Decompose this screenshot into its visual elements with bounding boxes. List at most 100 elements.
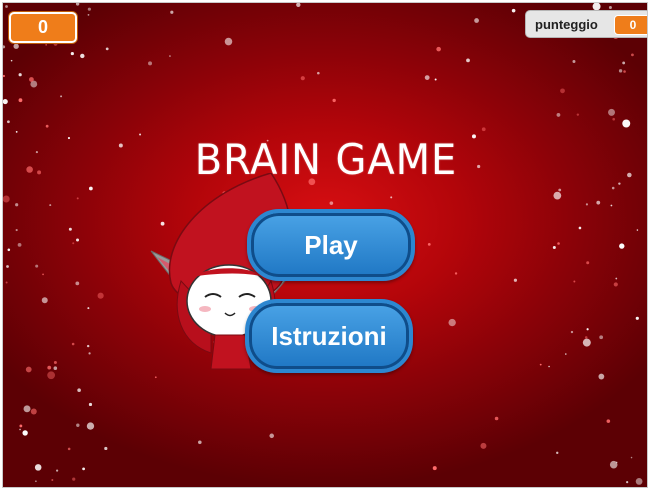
sparkle xyxy=(76,238,80,242)
sparkle xyxy=(481,127,486,132)
sparkle xyxy=(19,428,21,431)
sparkle xyxy=(42,273,44,276)
sparkle xyxy=(582,338,591,347)
sparkle xyxy=(170,10,174,14)
sparkle xyxy=(104,446,108,451)
score-label: punteggio xyxy=(535,17,598,32)
sparkle xyxy=(22,430,28,436)
sparkle xyxy=(296,3,301,7)
sparkle xyxy=(3,195,10,203)
sparkle xyxy=(97,292,104,299)
sparkle xyxy=(636,229,639,231)
game-title: BRAIN GAME xyxy=(194,135,458,184)
sparkle xyxy=(557,242,560,245)
play-button[interactable]: Play xyxy=(247,209,415,281)
sparkle xyxy=(317,71,320,75)
sparkle xyxy=(13,43,19,49)
sparkle xyxy=(454,272,458,275)
sparkle xyxy=(513,278,518,282)
sparkle xyxy=(622,61,626,65)
sparkle xyxy=(45,124,49,128)
sparkle xyxy=(88,402,93,407)
score-monitor: punteggio 0 xyxy=(525,10,647,38)
sparkle xyxy=(606,419,611,423)
sparkle xyxy=(77,388,81,392)
sparkle xyxy=(15,228,18,232)
sparkle xyxy=(76,423,80,427)
sparkle xyxy=(82,467,85,471)
sparkle xyxy=(53,366,58,370)
sparkle xyxy=(35,264,39,268)
sparkle xyxy=(611,186,615,190)
sparkle xyxy=(572,59,576,63)
sparkle xyxy=(88,186,93,191)
sparkle xyxy=(169,55,171,57)
sparkle xyxy=(560,88,565,94)
sparkle xyxy=(87,13,90,16)
sparkle xyxy=(56,469,59,472)
sparkle xyxy=(329,201,334,205)
sparkle xyxy=(300,76,305,81)
sparkle xyxy=(5,281,8,284)
sparkle xyxy=(448,318,456,327)
sparkle xyxy=(47,365,52,370)
sparkle xyxy=(68,227,72,231)
sparkle xyxy=(610,204,613,207)
sparkle xyxy=(598,373,605,380)
sparkle xyxy=(88,352,91,355)
sparkle xyxy=(72,477,76,481)
sparkle xyxy=(635,316,639,320)
sparkle xyxy=(434,78,437,81)
sparkle xyxy=(585,203,589,206)
variable-monitor: 0 xyxy=(9,12,77,43)
sparkle xyxy=(619,243,625,249)
sparkle xyxy=(630,456,633,459)
sparkle xyxy=(67,447,71,451)
sparkle xyxy=(586,328,589,331)
variable-value: 0 xyxy=(37,17,48,37)
sparkle xyxy=(45,44,47,46)
sparkle xyxy=(7,248,11,252)
sparkle xyxy=(70,51,74,56)
sparkle xyxy=(87,7,91,11)
sparkle xyxy=(427,243,431,246)
sparkle xyxy=(511,8,516,13)
sparkle xyxy=(539,363,542,366)
sparkle xyxy=(86,422,95,430)
sparkle xyxy=(609,460,618,469)
play-button-label: Play xyxy=(304,230,358,260)
sparkle xyxy=(60,95,63,98)
sparkle xyxy=(556,113,561,117)
sparkle xyxy=(71,342,75,346)
sparkle xyxy=(466,58,470,63)
sparkle xyxy=(626,481,629,484)
sparkle xyxy=(558,188,562,192)
sparkle xyxy=(76,197,79,200)
sparkle xyxy=(615,277,618,280)
sparkle xyxy=(622,119,631,128)
sparkle xyxy=(6,265,9,268)
sparkle xyxy=(608,5,612,9)
sparkle xyxy=(556,451,559,455)
sparkle xyxy=(269,433,275,439)
sparkle xyxy=(72,242,75,245)
sparkle xyxy=(608,108,616,116)
score-value: 0 xyxy=(614,15,647,35)
sparkle xyxy=(86,344,90,348)
sparkle xyxy=(618,69,623,73)
sparkle xyxy=(224,37,233,46)
sparkle xyxy=(87,307,90,310)
istruzioni-button[interactable]: Istruzioni xyxy=(245,299,413,373)
sparkle xyxy=(51,479,54,482)
sparkle xyxy=(23,405,31,413)
sparkle xyxy=(3,99,8,105)
sparkle xyxy=(75,3,80,6)
sparkle xyxy=(30,408,37,415)
sparkle xyxy=(3,74,6,78)
sparkle xyxy=(474,18,479,23)
sparkle xyxy=(80,53,85,59)
sparkle xyxy=(10,59,13,62)
game-stage[interactable]: 0 punteggio 0 BRAIN GAME Play Istruzioni xyxy=(2,2,648,488)
sparkle xyxy=(553,191,562,200)
sparkle xyxy=(635,478,643,485)
